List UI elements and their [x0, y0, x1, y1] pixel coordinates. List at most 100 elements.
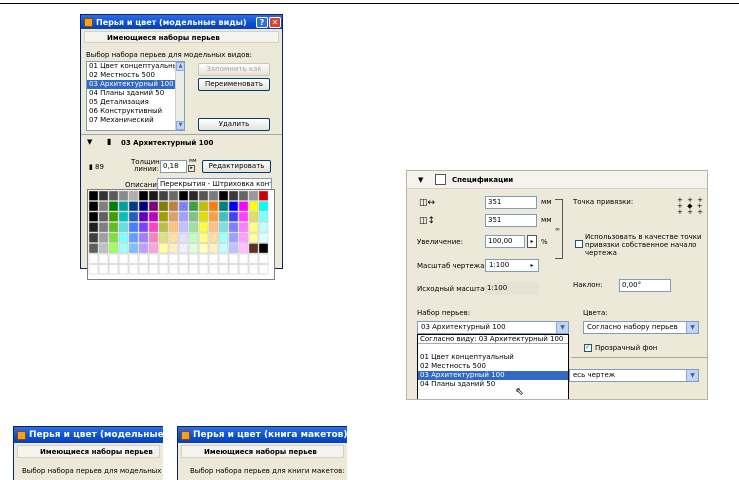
pen-color-cell[interactable] [238, 253, 249, 264]
pen-color-cell[interactable] [138, 232, 149, 243]
pen-color-cell[interactable] [188, 243, 199, 254]
pen-color-palette[interactable] [87, 189, 275, 280]
pen-color-cell[interactable] [98, 222, 109, 233]
chevron-down-icon[interactable]: ▼ [686, 370, 698, 381]
pen-color-cell[interactable] [148, 211, 159, 222]
pen-color-cell[interactable] [208, 201, 219, 212]
pen-set-list[interactable]: 01 Цвет концептуальный 02 Местность 500 03… [86, 61, 185, 131]
pen-color-cell[interactable] [198, 264, 209, 275]
pen-color-cell[interactable] [248, 201, 259, 212]
pen-color-cell[interactable] [218, 201, 229, 212]
pen-color-cell[interactable] [198, 201, 209, 212]
pen-color-cell[interactable] [218, 253, 229, 264]
pen-color-cell[interactable] [228, 222, 239, 233]
pen-set-option[interactable] [418, 344, 568, 353]
whole-drawing-dropdown[interactable]: есь чертеж ▼ [569, 369, 699, 382]
pen-color-cell[interactable] [198, 243, 209, 254]
pen-color-cell[interactable] [98, 201, 109, 212]
pen-color-cell[interactable] [228, 253, 239, 264]
delete-button[interactable]: Удалить [198, 118, 270, 131]
pen-color-cell[interactable] [98, 253, 109, 264]
pen-color-cell[interactable] [148, 232, 159, 243]
help-icon[interactable]: ? [256, 16, 268, 28]
edit-button[interactable]: Редактировать [202, 160, 271, 173]
pen-color-cell[interactable] [158, 232, 169, 243]
pen-color-cell[interactable] [198, 190, 209, 201]
pen-color-cell[interactable] [178, 201, 189, 212]
pen-set-list-item[interactable]: 04 Планы зданий 50 [87, 89, 184, 98]
pen-color-cell[interactable] [118, 211, 129, 222]
pen-color-cell[interactable] [248, 264, 259, 275]
pen-color-cell[interactable] [108, 190, 119, 201]
save-as-button[interactable]: Запомнить как [198, 63, 270, 76]
pen-color-cell[interactable] [118, 201, 129, 212]
pen-color-cell[interactable] [98, 264, 109, 275]
pen-set-option[interactable]: 01 Цвет концептуальный [418, 353, 568, 362]
pen-color-cell[interactable] [188, 211, 199, 222]
pen-color-cell[interactable] [228, 211, 239, 222]
pen-color-cell[interactable] [138, 253, 149, 264]
pen-color-cell[interactable] [88, 243, 99, 254]
pen-color-cell[interactable] [158, 264, 169, 275]
pen-color-cell[interactable] [238, 264, 249, 275]
pen-set-dropdown[interactable]: 03 Архитектурный 100 ▼ [417, 321, 569, 334]
pen-color-cell[interactable] [88, 222, 99, 233]
pen-color-cell[interactable] [88, 211, 99, 222]
pen-color-cell[interactable] [218, 264, 229, 275]
pen-color-cell[interactable] [258, 232, 269, 243]
pen-set-list-item[interactable]: 05 Детализация [87, 98, 184, 107]
pen-color-cell[interactable] [88, 190, 99, 201]
pen-color-cell[interactable] [88, 232, 99, 243]
pen-color-cell[interactable] [98, 190, 109, 201]
pen-color-cell[interactable] [158, 222, 169, 233]
pen-color-cell[interactable] [118, 264, 129, 275]
close-icon[interactable]: ✕ [269, 16, 281, 28]
pen-color-cell[interactable] [248, 232, 259, 243]
pen-color-cell[interactable] [248, 243, 259, 254]
pen-color-cell[interactable] [138, 201, 149, 212]
pen-color-cell[interactable] [178, 253, 189, 264]
pen-color-cell[interactable] [258, 222, 269, 233]
pen-color-cell[interactable] [138, 264, 149, 275]
pen-color-cell[interactable] [168, 190, 179, 201]
chevron-right-icon[interactable]: ▸ [526, 260, 538, 271]
pen-color-cell[interactable] [178, 222, 189, 233]
pen-set-option[interactable]: 02 Местность 500 [418, 362, 568, 371]
pen-color-cell[interactable] [218, 232, 229, 243]
pen-color-cell[interactable] [238, 222, 249, 233]
colors-dropdown[interactable]: Согласно набору перьев ▼ [583, 321, 699, 334]
pen-color-cell[interactable] [108, 264, 119, 275]
pen-set-list-item[interactable]: 06 Конструктивный [87, 107, 184, 116]
pen-color-cell[interactable] [148, 190, 159, 201]
pen-color-cell[interactable] [238, 201, 249, 212]
pen-color-cell[interactable] [128, 243, 139, 254]
pen-color-cell[interactable] [188, 232, 199, 243]
scroll-down-icon[interactable]: ▼ [176, 121, 184, 130]
zoom-input[interactable]: 100,00 [485, 235, 525, 248]
pen-color-cell[interactable] [128, 201, 139, 212]
pen-color-cell[interactable] [88, 264, 99, 275]
pen-color-cell[interactable] [168, 253, 179, 264]
link-chain-icon[interactable]: ∞ [555, 199, 563, 259]
pen-color-cell[interactable] [118, 222, 129, 233]
pen-color-cell[interactable] [168, 222, 179, 233]
pen-color-cell[interactable] [178, 243, 189, 254]
pen-color-cell[interactable] [158, 243, 169, 254]
pen-color-cell[interactable] [128, 222, 139, 233]
pen-color-cell[interactable] [168, 264, 179, 275]
pen-color-cell[interactable] [138, 211, 149, 222]
pen-color-cell[interactable] [118, 253, 129, 264]
pen-color-cell[interactable] [218, 222, 229, 233]
pen-color-cell[interactable] [188, 222, 199, 233]
chevron-down-icon[interactable]: ▼ [556, 322, 568, 333]
pen-color-cell[interactable] [238, 232, 249, 243]
pen-color-cell[interactable] [198, 211, 209, 222]
pen-color-cell[interactable] [158, 201, 169, 212]
palette-grid[interactable] [88, 190, 274, 279]
pen-color-cell[interactable] [258, 243, 269, 254]
pen-color-cell[interactable] [128, 264, 139, 275]
pen-color-cell[interactable] [158, 190, 169, 201]
collapse-triangle-icon[interactable]: ▼ [418, 176, 423, 184]
pen-color-cell[interactable] [168, 243, 179, 254]
pen-set-dropdown-list[interactable]: Согласно виду: 03 Архитектурный 100 01 Цв… [417, 334, 569, 399]
